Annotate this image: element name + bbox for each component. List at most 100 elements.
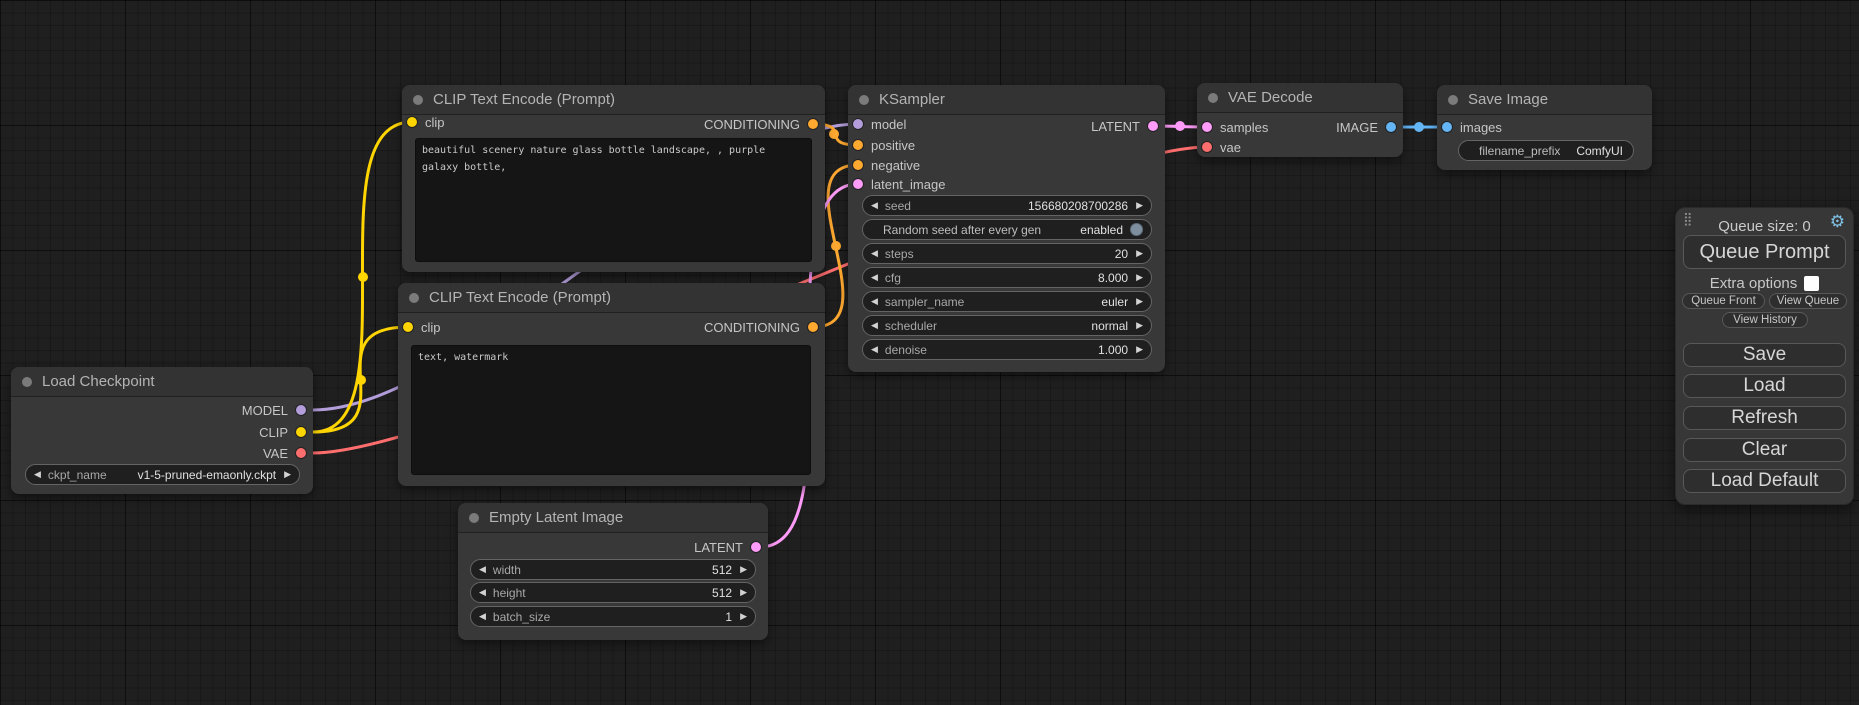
cfg-stepper[interactable]: ◀ cfg 8.000 ▶ (862, 267, 1152, 288)
node-title-bar[interactable]: Load Checkpoint (11, 367, 313, 397)
refresh-label: Refresh (1731, 407, 1798, 429)
node-title: CLIP Text Encode (Prompt) (433, 91, 615, 108)
negative-prompt-textarea[interactable]: text, watermark (411, 345, 811, 475)
images-input-port[interactable] (1442, 122, 1452, 132)
widget-label: width (493, 563, 521, 577)
collapse-dot-icon[interactable] (22, 377, 32, 387)
widget-label: filename_prefix (1479, 144, 1560, 158)
increment-arrow-icon[interactable]: ▶ (1136, 201, 1143, 210)
widget-label: seed (885, 199, 911, 213)
extra-options-checkbox[interactable] (1804, 276, 1819, 291)
filename-prefix-field[interactable]: filename_prefix ComfyUI (1458, 140, 1634, 161)
negative-input-port[interactable] (853, 160, 863, 170)
conditioning-output-port[interactable] (808, 322, 818, 332)
clip-output-port[interactable] (296, 427, 306, 437)
increment-arrow-icon[interactable]: ▶ (1136, 345, 1143, 354)
increment-arrow-icon[interactable]: ▶ (1136, 273, 1143, 282)
vae-output-port[interactable] (296, 448, 306, 458)
node-ksampler[interactable]: KSampler model positive negative latent_… (848, 85, 1165, 372)
node-title-bar[interactable]: VAE Decode (1197, 83, 1403, 113)
decrement-arrow-icon[interactable]: ◀ (871, 201, 878, 210)
increment-arrow-icon[interactable]: ▶ (1136, 249, 1143, 258)
node-title-bar[interactable]: Empty Latent Image (458, 503, 768, 533)
decrement-arrow-icon[interactable]: ◀ (34, 470, 41, 479)
node-title: KSampler (879, 91, 945, 108)
decrement-arrow-icon[interactable]: ◀ (871, 345, 878, 354)
increment-arrow-icon[interactable]: ▶ (1136, 321, 1143, 330)
positive-input-port[interactable] (853, 140, 863, 150)
latent-image-input-port[interactable] (853, 179, 863, 189)
widget-label: sampler_name (885, 295, 964, 309)
node-vae-decode[interactable]: VAE Decode samples vae IMAGE (1197, 83, 1403, 157)
height-stepper[interactable]: ◀ height 512 ▶ (470, 582, 756, 603)
node-title-bar[interactable]: CLIP Text Encode (Prompt) (402, 85, 825, 115)
increment-arrow-icon[interactable]: ▶ (740, 588, 747, 597)
refresh-button[interactable]: Refresh (1683, 406, 1846, 430)
node-save-image[interactable]: Save Image images filename_prefix ComfyU… (1437, 85, 1652, 170)
steps-stepper[interactable]: ◀ steps 20 ▶ (862, 243, 1152, 264)
vae-input-port[interactable] (1202, 142, 1212, 152)
decrement-arrow-icon[interactable]: ◀ (479, 588, 486, 597)
decrement-arrow-icon[interactable]: ◀ (871, 249, 878, 258)
scheduler-combo[interactable]: ◀ scheduler normal ▶ (862, 315, 1152, 336)
clear-button[interactable]: Clear (1683, 438, 1846, 462)
node-clip-text-encode-negative[interactable]: CLIP Text Encode (Prompt) clip CONDITION… (398, 283, 825, 486)
load-button[interactable]: Load (1683, 374, 1846, 398)
batch-size-stepper[interactable]: ◀ batch_size 1 ▶ (470, 606, 756, 627)
clip-input-port[interactable] (403, 322, 413, 332)
collapse-dot-icon[interactable] (469, 513, 479, 523)
widget-label: batch_size (493, 610, 550, 624)
queue-menu-panel[interactable]: ⣿ Queue size: 0 ⚙ Queue Prompt Extra opt… (1675, 207, 1854, 505)
latent-output-port[interactable] (1148, 121, 1158, 131)
node-empty-latent-image[interactable]: Empty Latent Image LATENT ◀ width 512 ▶ … (458, 503, 768, 640)
node-title-bar[interactable]: KSampler (848, 85, 1165, 115)
node-title-bar[interactable]: CLIP Text Encode (Prompt) (398, 283, 825, 313)
increment-arrow-icon[interactable]: ▶ (740, 612, 747, 621)
graph-canvas[interactable]: Load Checkpoint MODEL CLIP VAE ◀ ckpt_na… (0, 0, 1859, 705)
increment-arrow-icon[interactable]: ▶ (1136, 297, 1143, 306)
collapse-dot-icon[interactable] (1208, 93, 1218, 103)
queue-prompt-button[interactable]: Queue Prompt (1683, 235, 1846, 269)
node-title-bar[interactable]: Save Image (1437, 85, 1652, 115)
denoise-stepper[interactable]: ◀ denoise 1.000 ▶ (862, 339, 1152, 360)
node-clip-text-encode-positive[interactable]: CLIP Text Encode (Prompt) clip CONDITION… (402, 85, 825, 272)
node-load-checkpoint[interactable]: Load Checkpoint MODEL CLIP VAE ◀ ckpt_na… (11, 367, 313, 494)
seed-stepper[interactable]: ◀ seed 156680208700286 ▶ (862, 195, 1152, 216)
widget-label: steps (885, 247, 914, 261)
sampler-name-combo[interactable]: ◀ sampler_name euler ▶ (862, 291, 1152, 312)
conditioning-output-port[interactable] (808, 119, 818, 129)
latent-output-port[interactable] (751, 542, 761, 552)
collapse-dot-icon[interactable] (859, 95, 869, 105)
collapse-dot-icon[interactable] (409, 293, 419, 303)
widget-value: normal (1091, 319, 1128, 333)
clip-input-port[interactable] (407, 117, 417, 127)
collapse-dot-icon[interactable] (413, 95, 423, 105)
model-output-port[interactable] (296, 405, 306, 415)
node-title: Load Checkpoint (42, 373, 155, 390)
view-queue-button[interactable]: View Queue (1769, 293, 1847, 309)
slot-label: latent_image (871, 177, 945, 192)
queue-front-button[interactable]: Queue Front (1682, 293, 1765, 309)
image-output-port[interactable] (1386, 122, 1396, 132)
random-seed-toggle[interactable]: Random seed after every gen enabled (862, 219, 1152, 240)
decrement-arrow-icon[interactable]: ◀ (479, 565, 486, 574)
positive-prompt-textarea[interactable]: beautiful scenery nature glass bottle la… (415, 138, 812, 262)
decrement-arrow-icon[interactable]: ◀ (871, 321, 878, 330)
width-stepper[interactable]: ◀ width 512 ▶ (470, 559, 756, 580)
decrement-arrow-icon[interactable]: ◀ (871, 297, 878, 306)
settings-gear-icon[interactable]: ⚙ (1830, 214, 1845, 231)
widget-value: 512 (712, 586, 732, 600)
decrement-arrow-icon[interactable]: ◀ (871, 273, 878, 282)
view-history-button[interactable]: View History (1722, 312, 1808, 328)
increment-arrow-icon[interactable]: ▶ (284, 470, 291, 479)
ckpt-name-combo[interactable]: ◀ ckpt_name v1-5-pruned-emaonly.ckpt ▶ (25, 464, 300, 485)
increment-arrow-icon[interactable]: ▶ (740, 565, 747, 574)
load-default-button[interactable]: Load Default (1683, 469, 1846, 493)
widget-label: ckpt_name (48, 468, 107, 482)
save-button[interactable]: Save (1683, 343, 1846, 367)
decrement-arrow-icon[interactable]: ◀ (479, 612, 486, 621)
samples-input-port[interactable] (1202, 122, 1212, 132)
model-input-port[interactable] (853, 119, 863, 129)
collapse-dot-icon[interactable] (1448, 95, 1458, 105)
toggle-knob[interactable] (1130, 223, 1143, 236)
